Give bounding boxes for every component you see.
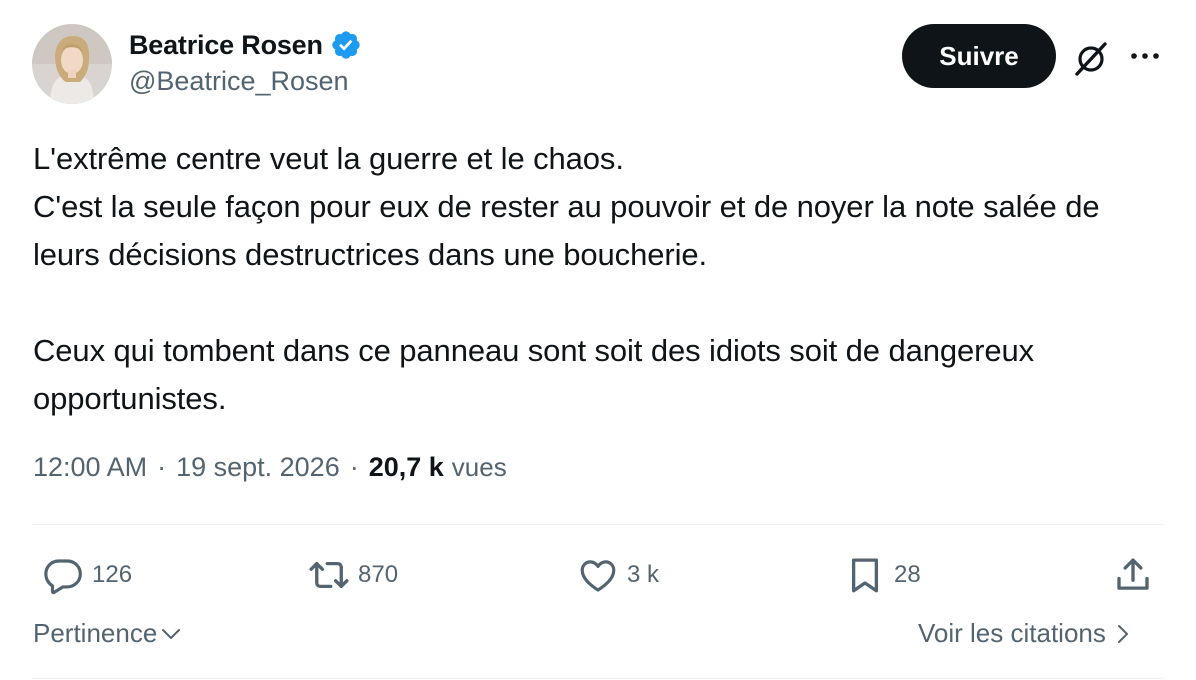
reply-icon — [44, 559, 82, 595]
bookmark-icon — [851, 558, 879, 593]
chevron-down-icon — [162, 628, 181, 639]
divider — [32, 678, 1164, 679]
author-name-row: Beatrice Rosen — [129, 26, 362, 64]
repost-count: 870 — [358, 561, 399, 588]
divider — [32, 524, 1164, 525]
more-horizontal-icon[interactable] — [1126, 40, 1164, 72]
repost-button[interactable]: 870 — [308, 550, 398, 600]
view-quotes-label: Voir les citations — [918, 618, 1106, 648]
author-display-name[interactable]: Beatrice Rosen — [129, 30, 323, 61]
tweet-meta: 12:00 AM · 19 sept. 2026 · 20,7 k vues — [33, 452, 507, 483]
tweet-time[interactable]: 12:00 AM — [33, 452, 147, 483]
share-icon — [1117, 558, 1149, 590]
like-count: 3 k — [627, 561, 660, 588]
sort-label: Pertinence — [33, 618, 158, 648]
reply-button[interactable]: 126 — [42, 550, 132, 600]
view-quotes-link[interactable]: Voir les citations — [918, 618, 1134, 649]
bookmark-button[interactable]: 28 — [844, 550, 921, 600]
author-handle[interactable]: @Beatrice_Rosen — [129, 66, 349, 97]
sort-dropdown[interactable]: Pertinence — [33, 618, 183, 649]
heart-icon — [580, 560, 616, 592]
chevron-right-icon — [1117, 624, 1128, 643]
meta-separator: · — [349, 452, 359, 482]
reply-count: 126 — [92, 561, 133, 588]
views-label: vues — [451, 452, 507, 482]
like-button[interactable]: 3 k — [577, 550, 659, 600]
tweet-date[interactable]: 19 sept. 2026 — [176, 452, 340, 483]
views-count: 20,7 k — [368, 452, 444, 482]
tweet-text: L'extrême centre veut la guerre et le ch… — [33, 141, 1100, 416]
bookmark-count: 28 — [894, 561, 921, 588]
meta-separator: · — [157, 452, 167, 482]
avatar[interactable] — [32, 24, 112, 104]
verified-badge-icon[interactable] — [330, 29, 362, 61]
grok-icon[interactable] — [1070, 38, 1112, 80]
repost-icon — [309, 561, 349, 589]
avatar-image — [32, 24, 112, 104]
share-button[interactable] — [1112, 550, 1154, 600]
follow-button[interactable]: Suivre — [902, 24, 1056, 88]
